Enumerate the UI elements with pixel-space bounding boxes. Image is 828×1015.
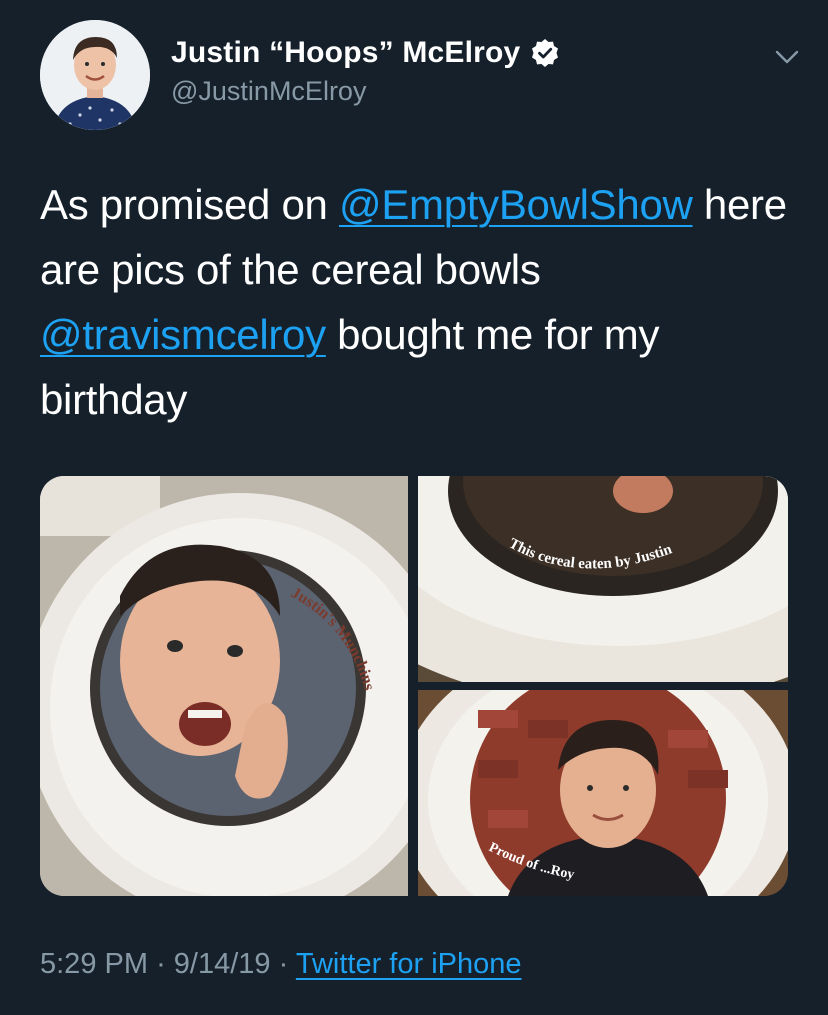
photo-bowl-2[interactable]: This cereal eaten by Justin <box>418 476 788 682</box>
tweet-date[interactable]: 9/14/19 <box>174 948 271 980</box>
user-handle[interactable]: @JustinMcElroy <box>171 76 366 107</box>
tweet-text: As promised on @EmptyBowlShow here are p… <box>40 172 800 432</box>
meta-separator: · <box>278 948 289 980</box>
tweet-source-link[interactable]: Twitter for iPhone <box>296 948 522 980</box>
photo-bowl-1[interactable]: Justin's Munchins <box>40 476 408 896</box>
chevron-down-icon[interactable] <box>774 44 800 70</box>
avatar[interactable] <box>40 20 150 130</box>
meta-separator: · <box>156 948 166 980</box>
verified-badge-icon <box>530 38 560 68</box>
mention-link-travismcelroy[interactable]: @travismcelroy <box>40 311 326 358</box>
media-grid: Justin's Munchins This cereal eaten by J… <box>40 476 788 896</box>
tweet-text-part-1: As promised on <box>40 181 339 228</box>
tweet-time[interactable]: 5:29 PM <box>40 948 148 980</box>
mention-link-emptybowlshow[interactable]: @EmptyBowlShow <box>339 181 693 228</box>
tweet-header: Justin “Hoops” McElroy @JustinMcElroy <box>40 20 800 130</box>
photo-bowl-3[interactable]: Proud of ...Roy <box>418 690 788 896</box>
name-row: Justin “Hoops” McElroy <box>171 36 560 70</box>
display-name[interactable]: Justin “Hoops” McElroy <box>171 36 520 70</box>
tweet-meta: 5:29 PM · 9/14/19 · Twitter for iPhone <box>40 948 522 981</box>
